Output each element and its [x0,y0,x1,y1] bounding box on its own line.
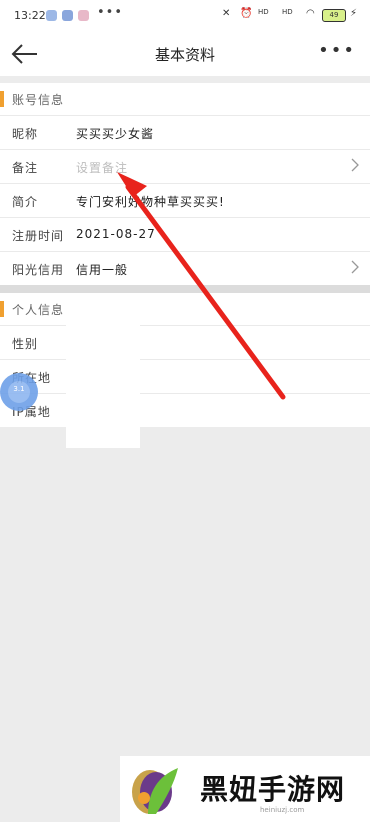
section-divider [0,285,370,293]
section-title: 个人信息 [12,303,65,317]
row-gender: 性别 [0,325,370,359]
status-icons: ✕ ⏰ HD HD ◠ 49 ⚡ [222,8,362,24]
register-time-value: 2021-08-27 [76,227,156,241]
nav-bar: 基本资料 ••• [0,32,370,76]
wifi-icon: ◠ [306,8,315,19]
row-label: 注册时间 [12,229,65,243]
more-options-icon[interactable]: ••• [318,40,356,61]
chevron-right-icon [351,158,359,172]
status-bar: 13:22 ••• ✕ ⏰ HD HD ◠ 49 ⚡ [0,0,370,32]
more-notifications-icon: ••• [97,5,124,20]
bio-value: 专门安利好物种草买买买! [76,195,225,209]
row-bio: 简介 专门安利好物种草买买买! [0,183,370,217]
remark-placeholder[interactable]: 设置备注 [76,159,128,176]
floating-assistant-button[interactable]: 3.1 [0,373,38,411]
chevron-right-icon [351,260,359,274]
mute-icon: ✕ [222,8,231,19]
redaction-mask [66,320,140,448]
row-register-time: 注册时间 2021-08-27 [0,217,370,251]
row-label: 阳光信用 [12,263,65,277]
section-title: 账号信息 [12,93,65,107]
row-location: 所在地 [0,359,370,393]
row-label: 备注 [12,161,39,175]
floating-button-label: 3.1 [13,385,25,393]
section-accent-bar [0,301,4,317]
site-watermark: 黑妞手游网 heiniuzj.com [120,756,370,822]
nickname-value: 买买买少女酱 [76,127,155,141]
app-notification-icon [46,10,57,21]
row-remark[interactable]: 备注 设置备注 [0,149,370,183]
section-personal-info: 个人信息 [0,293,370,325]
battery-icon: 49 [322,9,346,22]
alarm-icon: ⏰ [240,8,253,19]
watermark-url: heiniuzj.com [260,806,305,814]
section-accent-bar [0,91,4,107]
section-account-info: 账号信息 [0,83,370,115]
credit-value: 信用一般 [76,263,129,277]
battery-level: 49 [329,11,339,19]
page-title: 基本资料 [154,46,215,64]
watermark-text: 黑妞手游网 [200,773,346,806]
charging-icon: ⚡ [350,8,358,19]
row-sunshine-credit[interactable]: 阳光信用 信用一般 [0,251,370,285]
row-label: 性别 [12,337,39,351]
row-ip-location: IP属地 [0,393,370,427]
row-label: 简介 [12,195,39,209]
signal-icon: HD [258,8,269,16]
signal-icon: HD [282,8,293,16]
row-nickname[interactable]: 昵称 买买买少女酱 [0,115,370,149]
status-time: 13:22 [14,9,46,22]
site-logo-icon [132,768,178,814]
row-label: 昵称 [12,127,39,141]
app-notification-icon [62,10,73,21]
app-notification-icon [78,10,89,21]
